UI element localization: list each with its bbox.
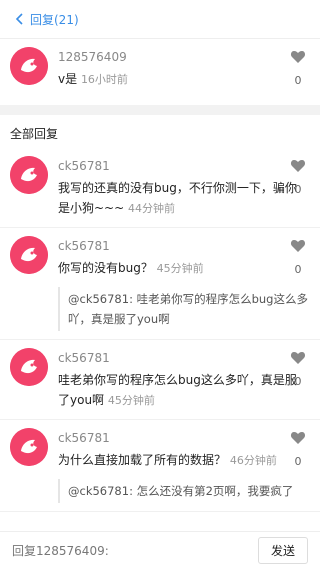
timestamp: 16小时前 <box>80 73 128 86</box>
reply-text: 你写的没有bug？ 45分钟前 <box>58 258 308 279</box>
reply-item: ck56781 我写的还真的没有bug，不行你测一下，骗你是小狗~~~ 44分钟… <box>0 148 320 228</box>
heart-icon <box>290 240 306 252</box>
heart-icon <box>290 160 306 172</box>
username[interactable]: ck56781 <box>58 350 308 366</box>
mouse-logo-icon <box>10 156 48 194</box>
reply-footer: 回复128576409: 发送 <box>0 531 320 568</box>
like-button[interactable]: 0 <box>286 238 310 276</box>
reply-text: 为什么直接加载了所有的数据？ 46分钟前 <box>58 450 308 471</box>
comment-text: v是 16小时前 <box>58 69 308 90</box>
section-divider <box>0 105 320 115</box>
like-count: 0 <box>294 74 302 87</box>
quoted-reply: @ck56781: 哇老弟你写的程序怎么bug这么多吖，真是服了you啊 <box>58 287 308 331</box>
username[interactable]: ck56781 <box>58 158 308 174</box>
heart-icon <box>290 51 306 63</box>
section-title: 全部回复 <box>10 127 59 141</box>
mouse-logo-icon <box>10 428 48 466</box>
username[interactable]: ck56781 <box>58 430 308 446</box>
reply-input[interactable]: 回复128576409: <box>12 542 258 559</box>
mouse-logo-icon <box>10 47 48 85</box>
heart-icon <box>290 352 306 364</box>
reply-list: ck56781 我写的还真的没有bug，不行你测一下，骗你是小狗~~~ 44分钟… <box>0 148 320 512</box>
reply-content: 我写的还真的没有bug，不行你测一下，骗你是小狗~~~ <box>58 181 297 215</box>
avatar[interactable] <box>10 236 48 274</box>
like-button[interactable]: 0 <box>286 350 310 388</box>
chevron-left-icon <box>15 13 23 25</box>
timestamp: 46分钟前 <box>229 454 277 467</box>
quoted-reply: @ck56781: 怎么还没有第2页啊，我要疯了 <box>58 479 308 503</box>
timestamp: 44分钟前 <box>128 202 175 215</box>
main-comment: 128576409 v是 16小时前 0 <box>0 39 320 105</box>
avatar[interactable] <box>10 428 48 466</box>
mouse-logo-icon <box>10 236 48 274</box>
reply-item: ck56781 哇老弟你写的程序怎么bug这么多吖，真是服了you啊 45分钟前… <box>0 340 320 420</box>
back-label: 回复(21) <box>30 12 79 27</box>
avatar[interactable] <box>10 47 48 85</box>
reply-content: 你写的没有bug？ <box>58 261 153 275</box>
send-button[interactable]: 发送 <box>257 536 308 564</box>
reply-item: ck56781 为什么直接加载了所有的数据？ 46分钟前 @ck56781: 怎… <box>0 420 320 512</box>
timestamp: 45分钟前 <box>107 394 155 407</box>
like-count: 0 <box>294 375 302 388</box>
like-button[interactable]: 0 <box>286 158 310 196</box>
top-bar: 回复(21) <box>0 0 320 39</box>
reply-text: 哇老弟你写的程序怎么bug这么多吖，真是服了you啊 45分钟前 <box>58 370 308 411</box>
heart-icon <box>290 432 306 444</box>
avatar[interactable] <box>10 348 48 386</box>
reply-content: 为什么直接加载了所有的数据？ <box>58 453 227 467</box>
timestamp: 45分钟前 <box>156 262 204 275</box>
comment-content: v是 <box>58 72 78 86</box>
like-count: 0 <box>294 183 302 196</box>
avatar[interactable] <box>10 156 48 194</box>
back-button[interactable]: 回复(21) <box>14 11 79 28</box>
like-count: 0 <box>294 263 302 276</box>
username[interactable]: ck56781 <box>58 238 308 254</box>
reply-item: ck56781 你写的没有bug？ 45分钟前 @ck56781: 哇老弟你写的… <box>0 228 320 340</box>
mouse-logo-icon <box>10 348 48 386</box>
reply-text: 我写的还真的没有bug，不行你测一下，骗你是小狗~~~ 44分钟前 <box>58 178 308 219</box>
like-button[interactable]: 0 <box>286 49 310 87</box>
username[interactable]: 128576409 <box>58 49 308 65</box>
like-button[interactable]: 0 <box>286 430 310 468</box>
like-count: 0 <box>294 455 302 468</box>
reply-content: 哇老弟你写的程序怎么bug这么多吖，真是服了you啊 <box>58 373 297 407</box>
